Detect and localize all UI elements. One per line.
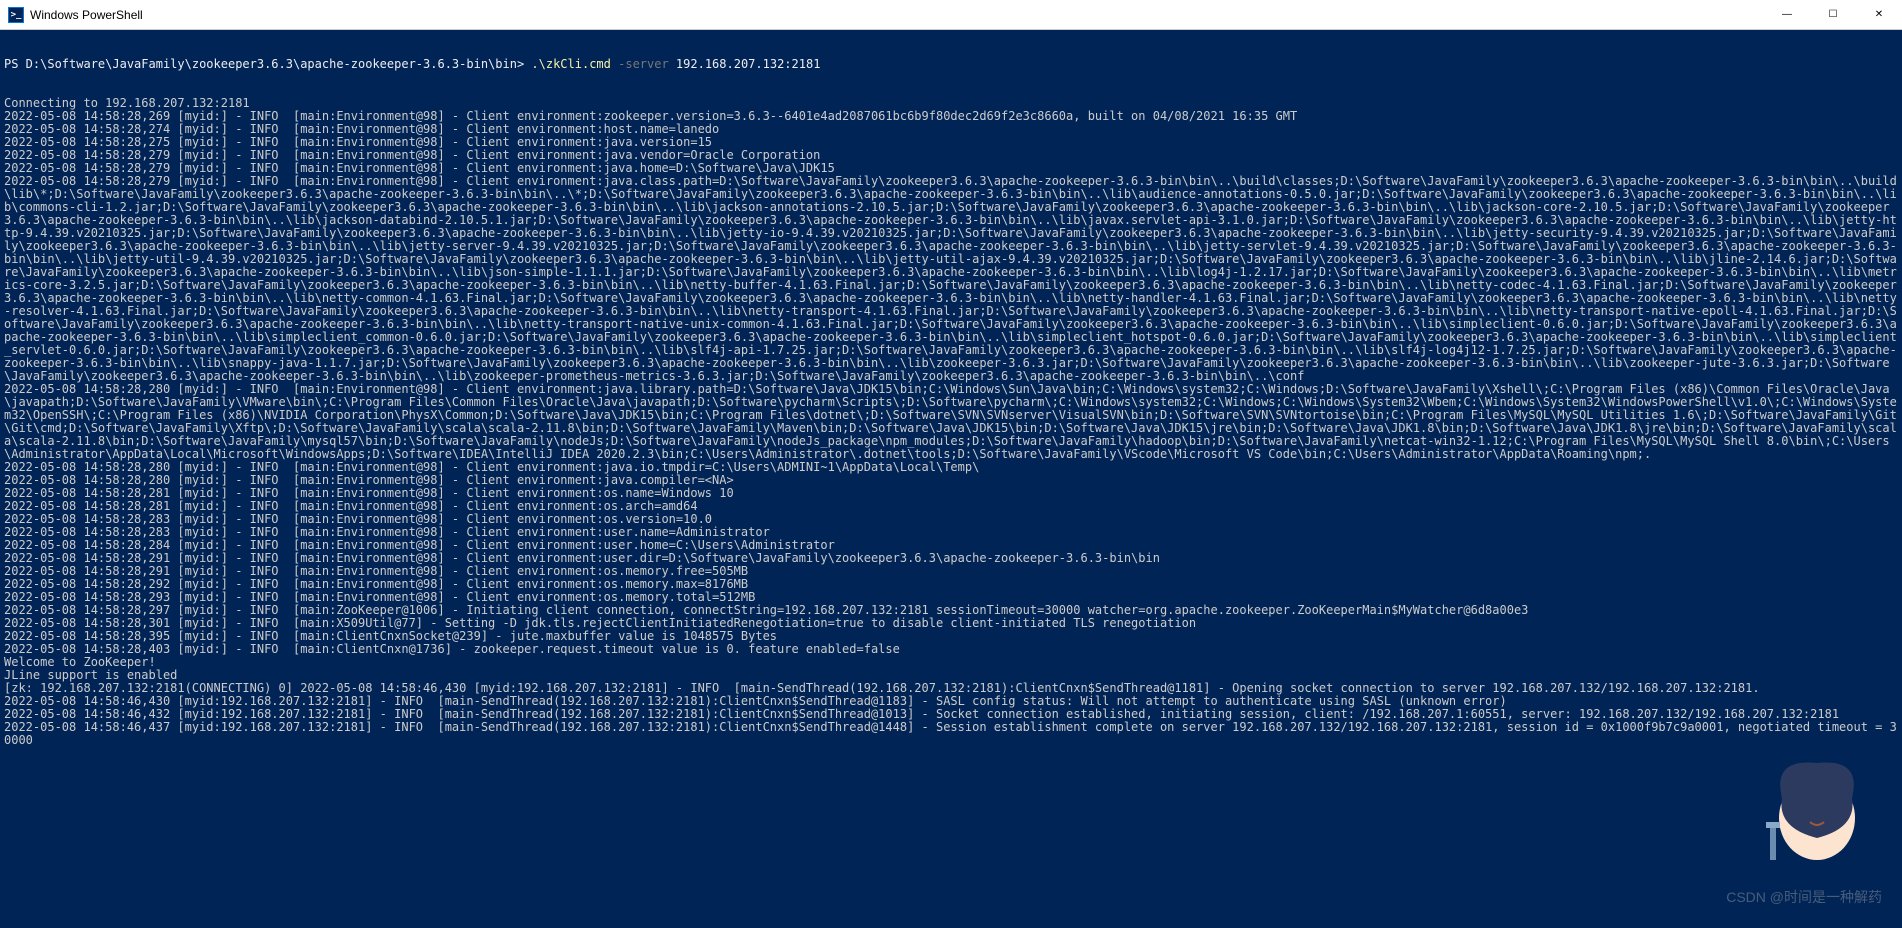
prompt-line: PS D:\Software\JavaFamily\zookeeper3.6.3… <box>4 58 1898 71</box>
terminal-output[interactable]: PS D:\Software\JavaFamily\zookeeper3.6.3… <box>0 30 1902 928</box>
close-button[interactable]: ✕ <box>1856 0 1902 30</box>
log-line: 2022-05-08 14:58:28,403 [myid:] - INFO [… <box>4 643 1898 656</box>
window-controls: — ☐ ✕ <box>1764 0 1902 30</box>
titlebar-left: >_ Windows PowerShell <box>0 7 143 23</box>
command-name: .\zkCli.cmd <box>531 57 610 71</box>
log-lines: Connecting to 192.168.207.132:21812022-0… <box>4 97 1898 747</box>
minimize-button[interactable]: — <box>1764 0 1810 30</box>
log-line: Welcome to ZooKeeper! <box>4 656 1898 669</box>
log-line: 2022-05-08 14:58:28,279 [myid:] - INFO [… <box>4 175 1898 383</box>
powershell-icon: >_ <box>8 7 24 23</box>
watermark-text: CSDN @时间是一种解药 <box>1726 891 1882 904</box>
maximize-button[interactable]: ☐ <box>1810 0 1856 30</box>
command-arg: 192.168.207.132:2181 <box>669 57 821 71</box>
window-titlebar: >_ Windows PowerShell — ☐ ✕ <box>0 0 1902 30</box>
avatar-overlay-icon <box>1762 748 1872 868</box>
window-title: Windows PowerShell <box>30 8 143 22</box>
prompt-path: PS D:\Software\JavaFamily\zookeeper3.6.3… <box>4 57 531 71</box>
log-line: 2022-05-08 14:58:28,280 [myid:] - INFO [… <box>4 383 1898 461</box>
log-line: 2022-05-08 14:58:46,437 [myid:192.168.20… <box>4 721 1898 747</box>
command-flag: -server <box>618 57 669 71</box>
